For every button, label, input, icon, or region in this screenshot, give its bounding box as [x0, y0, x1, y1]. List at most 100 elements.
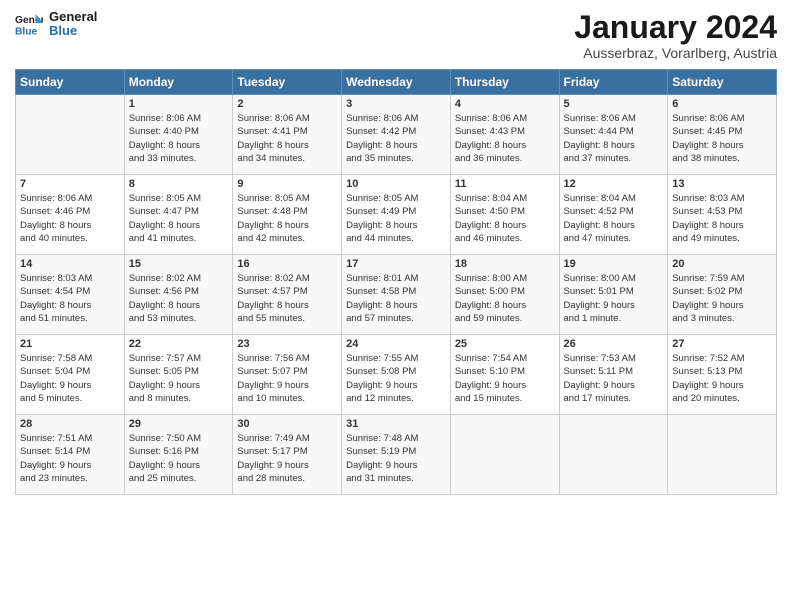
day-info: Sunrise: 8:02 AMSunset: 4:57 PMDaylight:… — [237, 272, 337, 325]
day-info: Sunrise: 7:57 AMSunset: 5:05 PMDaylight:… — [129, 352, 229, 405]
day-number: 6 — [672, 98, 772, 110]
calendar-cell: 6 Sunrise: 8:06 AMSunset: 4:45 PMDaylight… — [668, 95, 777, 175]
logo-general-text: General — [49, 10, 97, 24]
day-info: Sunrise: 7:50 AMSunset: 5:16 PMDaylight:… — [129, 432, 229, 485]
calendar-table: SundayMondayTuesdayWednesdayThursdayFrid… — [15, 69, 777, 495]
day-info: Sunrise: 7:52 AMSunset: 5:13 PMDaylight:… — [672, 352, 772, 405]
day-number: 16 — [237, 258, 337, 270]
day-number: 27 — [672, 338, 772, 350]
day-info: Sunrise: 7:49 AMSunset: 5:17 PMDaylight:… — [237, 432, 337, 485]
calendar-cell: 19 Sunrise: 8:00 AMSunset: 5:01 PMDayligh… — [559, 255, 668, 335]
calendar-cell: 5 Sunrise: 8:06 AMSunset: 4:44 PMDaylight… — [559, 95, 668, 175]
day-info: Sunrise: 8:03 AMSunset: 4:53 PMDaylight:… — [672, 192, 772, 245]
month-title: January 2024 — [574, 10, 777, 45]
calendar-cell: 24 Sunrise: 7:55 AMSunset: 5:08 PMDayligh… — [342, 335, 451, 415]
calendar-cell: 21Sunrise: 7:58 AMSunset: 5:04 PMDayligh… — [16, 335, 125, 415]
day-info: Sunrise: 8:05 AMSunset: 4:47 PMDaylight:… — [129, 192, 229, 245]
day-number: 13 — [672, 178, 772, 190]
day-info: Sunrise: 7:58 AMSunset: 5:04 PMDaylight:… — [20, 352, 120, 405]
location-subtitle: Ausserbraz, Vorarlberg, Austria — [574, 45, 777, 61]
day-number: 9 — [237, 178, 337, 190]
day-number: 31 — [346, 418, 446, 430]
calendar-cell: 26 Sunrise: 7:53 AMSunset: 5:11 PMDayligh… — [559, 335, 668, 415]
day-info: Sunrise: 8:06 AMSunset: 4:41 PMDaylight:… — [237, 112, 337, 165]
weekday-header-row: SundayMondayTuesdayWednesdayThursdayFrid… — [16, 70, 777, 95]
calendar-cell — [16, 95, 125, 175]
day-number: 22 — [129, 338, 229, 350]
weekday-header-monday: Monday — [124, 70, 233, 95]
day-info: Sunrise: 8:06 AMSunset: 4:44 PMDaylight:… — [564, 112, 664, 165]
day-number: 5 — [564, 98, 664, 110]
day-info: Sunrise: 7:53 AMSunset: 5:11 PMDaylight:… — [564, 352, 664, 405]
header: General Blue General Blue January 2024 A… — [15, 10, 777, 61]
logo: General Blue General Blue — [15, 10, 97, 39]
weekday-header-friday: Friday — [559, 70, 668, 95]
day-info: Sunrise: 8:03 AMSunset: 4:54 PMDaylight:… — [20, 272, 120, 325]
day-number: 24 — [346, 338, 446, 350]
day-number: 4 — [455, 98, 555, 110]
day-number: 1 — [129, 98, 229, 110]
day-info: Sunrise: 7:56 AMSunset: 5:07 PMDaylight:… — [237, 352, 337, 405]
logo-blue-text: Blue — [49, 24, 97, 38]
weekday-header-tuesday: Tuesday — [233, 70, 342, 95]
calendar-cell: 2 Sunrise: 8:06 AMSunset: 4:41 PMDaylight… — [233, 95, 342, 175]
calendar-cell — [559, 415, 668, 495]
day-info: Sunrise: 7:59 AMSunset: 5:02 PMDaylight:… — [672, 272, 772, 325]
calendar-cell — [668, 415, 777, 495]
weekday-header-thursday: Thursday — [450, 70, 559, 95]
calendar-week-row: 28Sunrise: 7:51 AMSunset: 5:14 PMDayligh… — [16, 415, 777, 495]
calendar-cell: 16 Sunrise: 8:02 AMSunset: 4:57 PMDayligh… — [233, 255, 342, 335]
calendar-cell: 30Sunrise: 7:49 AMSunset: 5:17 PMDayligh… — [233, 415, 342, 495]
calendar-week-row: 21Sunrise: 7:58 AMSunset: 5:04 PMDayligh… — [16, 335, 777, 415]
day-info: Sunrise: 8:00 AMSunset: 5:01 PMDaylight:… — [564, 272, 664, 325]
calendar-cell: 28Sunrise: 7:51 AMSunset: 5:14 PMDayligh… — [16, 415, 125, 495]
calendar-cell: 27 Sunrise: 7:52 AMSunset: 5:13 PMDayligh… — [668, 335, 777, 415]
weekday-header-wednesday: Wednesday — [342, 70, 451, 95]
day-info: Sunrise: 8:06 AMSunset: 4:46 PMDaylight:… — [20, 192, 120, 245]
calendar-cell: 14 Sunrise: 8:03 AMSunset: 4:54 PMDayligh… — [16, 255, 125, 335]
day-number: 11 — [455, 178, 555, 190]
calendar-cell: 31 Sunrise: 7:48 AMSunset: 5:19 PMDayligh… — [342, 415, 451, 495]
day-number: 19 — [564, 258, 664, 270]
day-number: 20 — [672, 258, 772, 270]
title-block: January 2024 Ausserbraz, Vorarlberg, Aus… — [574, 10, 777, 61]
day-info: Sunrise: 8:04 AMSunset: 4:50 PMDaylight:… — [455, 192, 555, 245]
weekday-header-saturday: Saturday — [668, 70, 777, 95]
calendar-week-row: 7 Sunrise: 8:06 AMSunset: 4:46 PMDaylight… — [16, 175, 777, 255]
day-info: Sunrise: 7:51 AMSunset: 5:14 PMDaylight:… — [20, 432, 120, 485]
calendar-cell: 22 Sunrise: 7:57 AMSunset: 5:05 PMDayligh… — [124, 335, 233, 415]
calendar-cell: 17Sunrise: 8:01 AMSunset: 4:58 PMDayligh… — [342, 255, 451, 335]
calendar-cell: 20 Sunrise: 7:59 AMSunset: 5:02 PMDayligh… — [668, 255, 777, 335]
calendar-week-row: 14 Sunrise: 8:03 AMSunset: 4:54 PMDayligh… — [16, 255, 777, 335]
day-info: Sunrise: 8:04 AMSunset: 4:52 PMDaylight:… — [564, 192, 664, 245]
day-number: 10 — [346, 178, 446, 190]
calendar-cell: 11 Sunrise: 8:04 AMSunset: 4:50 PMDayligh… — [450, 175, 559, 255]
day-number: 15 — [129, 258, 229, 270]
calendar-week-row: 1Sunrise: 8:06 AMSunset: 4:40 PMDaylight… — [16, 95, 777, 175]
day-info: Sunrise: 7:48 AMSunset: 5:19 PMDaylight:… — [346, 432, 446, 485]
calendar-cell: 15Sunrise: 8:02 AMSunset: 4:56 PMDayligh… — [124, 255, 233, 335]
day-number: 26 — [564, 338, 664, 350]
calendar-cell: 13 Sunrise: 8:03 AMSunset: 4:53 PMDayligh… — [668, 175, 777, 255]
calendar-cell: 10 Sunrise: 8:05 AMSunset: 4:49 PMDayligh… — [342, 175, 451, 255]
day-info: Sunrise: 8:06 AMSunset: 4:42 PMDaylight:… — [346, 112, 446, 165]
calendar-cell: 23Sunrise: 7:56 AMSunset: 5:07 PMDayligh… — [233, 335, 342, 415]
day-number: 3 — [346, 98, 446, 110]
weekday-header-sunday: Sunday — [16, 70, 125, 95]
calendar-cell: 12Sunrise: 8:04 AMSunset: 4:52 PMDayligh… — [559, 175, 668, 255]
calendar-page: General Blue General Blue January 2024 A… — [0, 0, 792, 612]
calendar-cell: 9 Sunrise: 8:05 AMSunset: 4:48 PMDaylight… — [233, 175, 342, 255]
day-number: 7 — [20, 178, 120, 190]
day-info: Sunrise: 8:06 AMSunset: 4:45 PMDaylight:… — [672, 112, 772, 165]
calendar-cell: 25 Sunrise: 7:54 AMSunset: 5:10 PMDayligh… — [450, 335, 559, 415]
day-number: 2 — [237, 98, 337, 110]
day-number: 14 — [20, 258, 120, 270]
day-number: 18 — [455, 258, 555, 270]
day-number: 29 — [129, 418, 229, 430]
day-info: Sunrise: 8:05 AMSunset: 4:48 PMDaylight:… — [237, 192, 337, 245]
day-number: 25 — [455, 338, 555, 350]
day-info: Sunrise: 7:55 AMSunset: 5:08 PMDaylight:… — [346, 352, 446, 405]
day-info: Sunrise: 7:54 AMSunset: 5:10 PMDaylight:… — [455, 352, 555, 405]
day-info: Sunrise: 8:05 AMSunset: 4:49 PMDaylight:… — [346, 192, 446, 245]
day-info: Sunrise: 8:00 AMSunset: 5:00 PMDaylight:… — [455, 272, 555, 325]
